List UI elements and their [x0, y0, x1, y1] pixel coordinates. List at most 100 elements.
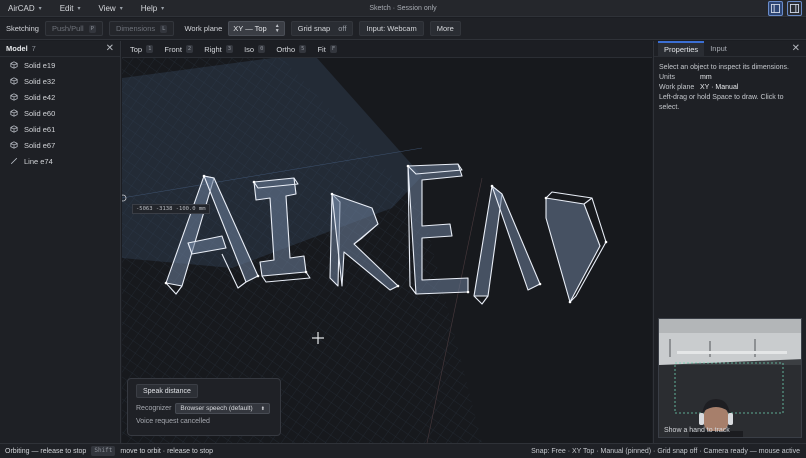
list-item[interactable]: Solid e61 — [0, 121, 120, 137]
properties-content: Select an object to inspect its dimensio… — [654, 57, 806, 119]
properties-panel: Properties Input ✕ Select an object to i… — [653, 40, 806, 443]
shortcut-key: F — [329, 45, 338, 53]
recognizer-select[interactable]: Browser speech (default) ⬍ — [175, 403, 270, 414]
sidebar-left-icon — [771, 4, 780, 13]
shortcut-key: 1 — [146, 45, 154, 53]
toggle-left-panel-button[interactable] — [768, 1, 783, 16]
dimensions-button[interactable]: Dimensions L — [108, 21, 175, 36]
updown-icon: ⬍ — [260, 405, 265, 412]
updown-icon: ▲ ▼ — [274, 22, 280, 34]
list-item-label: Solid e19 — [24, 60, 56, 70]
tab-front[interactable]: Front 2 — [164, 44, 194, 54]
properties-hint: Select an object to inspect its dimensio… — [659, 64, 789, 71]
menu-view[interactable]: View ▾ — [90, 0, 132, 17]
line-icon — [10, 157, 18, 165]
tab-top[interactable]: Top 1 — [130, 44, 154, 54]
menu-bar: AirCAD ▾ Edit ▾ View ▾ Help ▾ — [0, 0, 806, 17]
push-pull-button[interactable]: Push/Pull P — [44, 21, 103, 36]
cube-icon — [10, 109, 18, 117]
model-panel-title: Model — [6, 44, 28, 53]
toolbar: Sketching Push/Pull P Dimensions L Work pl… — [0, 18, 806, 40]
recognizer-value: Browser speech (default) — [180, 405, 253, 412]
list-item[interactable]: Solid e60 — [0, 105, 120, 121]
speak-distance-button[interactable]: Speak distance — [136, 384, 198, 398]
cube-icon — [10, 61, 18, 69]
units-row: Units mm — [659, 73, 801, 83]
tab-properties[interactable]: Properties — [658, 40, 705, 57]
shortcut-key: 3 — [225, 45, 234, 53]
cube-icon — [10, 141, 18, 149]
shortcut-key: 5 — [299, 45, 307, 53]
cube-icon — [10, 93, 18, 101]
tab-input[interactable]: Input — [704, 41, 733, 57]
status-summary: Snap: Free · XY Top · Manual (pinned) · … — [531, 447, 800, 455]
menu-help-label: Help — [140, 3, 158, 13]
grid-snap-label: Grid snap — [297, 24, 331, 33]
coordinate-readout: -5063 -3138 -100.0 mm — [132, 204, 210, 214]
chevron-down-icon: ▾ — [38, 5, 42, 12]
work-plane-value: XY · Manual — [700, 84, 739, 91]
menu-aircad-label: AirCAD — [8, 3, 35, 13]
list-item[interactable]: Line e74 — [0, 153, 120, 169]
grid-snap-toggle[interactable]: Grid snap off — [290, 21, 354, 36]
sidebar-right-icon — [790, 4, 799, 13]
close-icon[interactable]: ✕ — [106, 43, 114, 54]
model-list: Solid e19 Solid e32 Solid e42 Solid e60 … — [0, 57, 120, 169]
work-plane-select[interactable]: XY — Top ▲ ▼ — [228, 21, 285, 36]
list-item-label: Solid e61 — [24, 124, 56, 134]
work-plane-label: Work plane — [184, 24, 223, 33]
mode-label: Sketching — [6, 24, 39, 33]
tab-label: Iso — [244, 44, 255, 54]
input-source-button[interactable]: Input: Webcam — [359, 21, 424, 36]
tab-right[interactable]: Right 3 — [204, 44, 234, 54]
menu-edit[interactable]: Edit ▾ — [51, 0, 90, 17]
cube-icon — [10, 125, 18, 133]
work-plane-label: Work plane — [659, 84, 695, 91]
toggle-right-panel-button[interactable] — [787, 1, 802, 16]
voice-panel: Speak distance Recognizer Browser speech… — [127, 378, 281, 436]
list-item[interactable]: Solid e42 — [0, 89, 120, 105]
viewport[interactable]: Top 1 Front 2 Right 3 Iso 0 Ortho 5 Fit F — [122, 41, 652, 443]
menu-help[interactable]: Help ▾ — [132, 0, 173, 17]
more-label: More — [436, 24, 454, 33]
list-item[interactable]: Solid e19 — [0, 57, 120, 73]
model-count: 7 — [31, 44, 36, 53]
shortcut-key: 2 — [185, 45, 194, 53]
tab-ortho[interactable]: Ortho 5 — [276, 44, 307, 54]
webcam-preview: Show a hand to track — [658, 318, 802, 438]
view-tabs: Top 1 Front 2 Right 3 Iso 0 Ortho 5 Fit F — [122, 41, 652, 58]
chevron-down-icon: ▾ — [119, 5, 123, 12]
right-tabs: Properties Input ✕ — [654, 40, 806, 57]
list-item-label: Line e74 — [24, 156, 53, 166]
list-item-label: Solid e60 — [24, 108, 56, 118]
shortcut-key: L — [160, 24, 168, 33]
close-icon[interactable]: ✕ — [792, 43, 800, 54]
work-plane-row: Work plane XY · Manual — [659, 83, 801, 93]
menu-view-label: View — [98, 3, 116, 13]
more-button[interactable]: More — [429, 21, 461, 36]
list-item[interactable]: Solid e32 — [0, 73, 120, 89]
status-hint: move to orbit · release to stop — [120, 447, 213, 455]
status-bar: Orbiting — release to stop Shift move to… — [0, 443, 806, 458]
tab-label: Ortho — [276, 44, 296, 54]
menu-aircad[interactable]: AirCAD ▾ — [0, 0, 51, 17]
model-panel-header: Model 7 ✕ — [0, 41, 120, 57]
work-plane-value: XY — Top — [233, 24, 267, 33]
tab-label: Top — [130, 44, 143, 54]
tab-label: Fit — [317, 44, 326, 54]
status-mode: Orbiting — release to stop — [5, 447, 87, 455]
chevron-down-icon: ▾ — [161, 5, 165, 12]
recognizer-label: Recognizer — [136, 405, 172, 412]
list-item[interactable]: Solid e67 — [0, 137, 120, 153]
input-source-label: Input: Webcam — [366, 24, 417, 33]
units-value: mm — [700, 74, 712, 81]
tab-iso[interactable]: Iso 0 — [244, 44, 266, 54]
tab-fit[interactable]: Fit F — [317, 44, 338, 54]
voice-status: Voice request cancelled — [136, 418, 210, 425]
push-pull-label: Push/Pull — [51, 24, 84, 33]
tab-label: Right — [204, 44, 222, 54]
tab-label: Front — [164, 44, 182, 54]
camera-label: Show a hand to track — [664, 427, 730, 434]
shortcut-key: P — [88, 24, 96, 33]
chevron-down-icon: ▾ — [77, 5, 81, 12]
